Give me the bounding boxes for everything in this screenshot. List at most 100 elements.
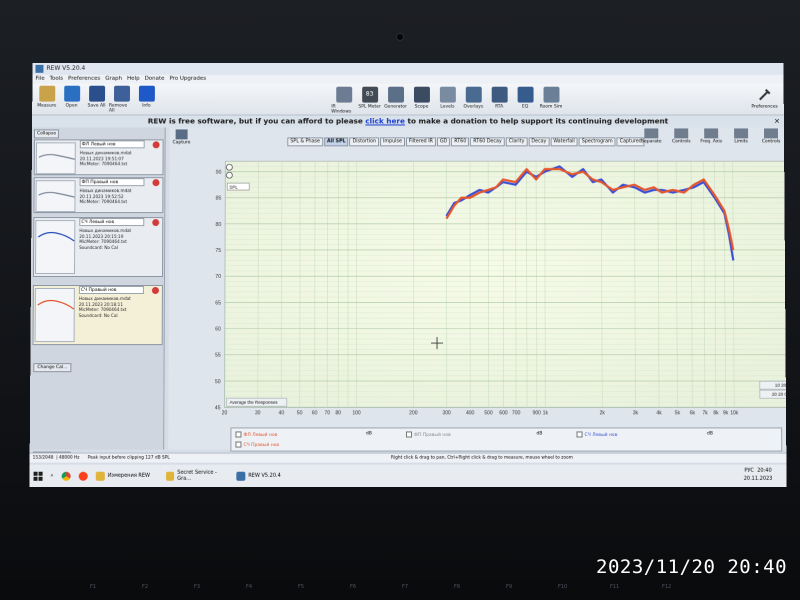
tab-distortion[interactable]: Distortion xyxy=(350,137,379,146)
measurement-name-field[interactable]: ФЛ Левый нов xyxy=(80,140,145,148)
capture-button[interactable]: Capture xyxy=(173,129,191,145)
controls-tool-button[interactable]: Controls xyxy=(670,128,692,144)
legend-checkbox[interactable] xyxy=(577,431,583,437)
donate-link[interactable]: click here xyxy=(365,117,405,126)
zoom-in-icon[interactable] xyxy=(226,164,232,170)
menu-help[interactable]: Help xyxy=(127,75,140,84)
remove-all-button[interactable]: Remove All xyxy=(109,85,134,113)
x-tick-label: 10k xyxy=(730,410,739,415)
tab-clarity[interactable]: Clarity xyxy=(506,137,528,146)
info-button[interactable]: Info xyxy=(134,85,159,113)
tab-impulse[interactable]: Impulse xyxy=(380,137,405,146)
scope-icon xyxy=(413,87,429,103)
start-button[interactable] xyxy=(29,468,46,484)
menu-tools[interactable]: Tools xyxy=(50,75,64,84)
measurement-name-field[interactable]: СЧ Левый нов xyxy=(79,218,144,226)
zoom-out-icon[interactable] xyxy=(226,172,232,178)
tab-rt60[interactable]: RT60 xyxy=(451,137,469,146)
overlays-button[interactable]: Overlays xyxy=(461,87,486,115)
menu-graph[interactable]: Graph xyxy=(105,75,122,84)
measurement-card[interactable]: СЧ Левый нов Новых динамиков.mdat 20.11.20… xyxy=(33,217,163,277)
menu-file[interactable]: File xyxy=(35,75,44,84)
open-button[interactable]: Open xyxy=(59,85,84,113)
levels-icon xyxy=(439,87,455,103)
levels-button[interactable]: Levels xyxy=(435,87,460,115)
menu-pro-upgrades[interactable]: Pro Upgrades xyxy=(169,75,206,84)
spl-plot[interactable]: 45 50 55 60 65 70 75 80 85 90 20 30 40 50 60 70 80 100 200… xyxy=(168,155,786,415)
taskbar-app-1[interactable]: Secret Service - Gra... xyxy=(162,468,232,484)
tab-spectrogram[interactable]: Spectrogram xyxy=(579,137,616,146)
legend-checkbox[interactable] xyxy=(406,431,412,437)
measurement-thumbnail xyxy=(35,180,75,212)
eq-button[interactable]: EQ xyxy=(513,87,538,115)
save-all-button[interactable]: Save All xyxy=(84,85,109,113)
delete-measurement-icon[interactable] xyxy=(152,219,159,226)
open-icon xyxy=(64,85,80,101)
system-clock[interactable]: РУС 20:40 20.11.2023 xyxy=(744,467,773,483)
delete-measurement-icon[interactable] xyxy=(153,141,160,148)
graph-tools: Separate Controls Freq. Axis Limits Controls xyxy=(640,128,782,144)
chrome-button[interactable] xyxy=(57,468,74,484)
legend-checkbox[interactable] xyxy=(235,431,241,437)
y-tick-label: 60 xyxy=(215,327,221,333)
taskbar-app-0[interactable]: Измерения REW xyxy=(92,468,162,484)
legend-checkbox[interactable] xyxy=(235,442,241,448)
search-button[interactable]: ⌕ xyxy=(47,468,58,484)
close-banner-icon[interactable]: ✕ xyxy=(774,116,780,128)
tab-filtered-ir[interactable]: Filtered IR xyxy=(406,137,436,146)
taskbar-app-2[interactable]: REW V5.20.4 xyxy=(232,468,302,484)
legend-item[interactable]: СЧ Левый нов dB xyxy=(577,431,743,439)
y-tick-label: 65 xyxy=(215,300,221,306)
generator-button[interactable]: Generator xyxy=(383,87,408,115)
y-tick-label: 90 xyxy=(216,170,222,176)
delete-measurement-icon[interactable] xyxy=(152,179,159,186)
controls-tool-button[interactable]: Controls xyxy=(760,128,782,144)
menu-preferences[interactable]: Preferences xyxy=(68,75,100,84)
separate-tool-button[interactable]: Separate xyxy=(640,128,662,144)
preferences-button[interactable]: Preferences xyxy=(751,87,778,110)
folder-icon xyxy=(166,471,174,480)
scope-button[interactable]: Scope xyxy=(409,87,434,115)
tab-gd[interactable]: GD xyxy=(437,137,450,146)
freq-axis-tool-button[interactable]: Freq. Axis xyxy=(700,128,722,144)
x-tick-label: 20 xyxy=(222,410,228,415)
function-key: F2 xyxy=(142,584,148,590)
legend-item[interactable]: СЧ Правый нов xyxy=(235,442,279,449)
measurement-name-field[interactable]: СЧ Правый нов xyxy=(79,286,144,294)
limits-tool-button[interactable]: Limits xyxy=(730,128,752,144)
measurement-card[interactable]: СЧ Правый нов Новых динамиков.mdat 20.11.2… xyxy=(32,285,162,345)
measurement-name-field[interactable]: ФП Правый нов xyxy=(80,178,145,186)
room-sim-button[interactable]: Room Sim xyxy=(539,87,564,115)
yandex-button[interactable] xyxy=(74,468,91,484)
change-cal-button[interactable]: Change Cal... xyxy=(33,363,71,372)
x-tick-label: 100 xyxy=(352,410,361,415)
measurement-info: Новых динамиков.mdat 20.11.2023 20:18:11 M… xyxy=(79,296,131,318)
window-title: REW V5.20.4 xyxy=(46,65,85,72)
function-key: F12 xyxy=(662,584,671,590)
tab-decay[interactable]: Decay xyxy=(528,137,549,146)
measure-button[interactable]: Measure xyxy=(34,85,59,113)
x-tick-label: 200 xyxy=(409,410,418,415)
ir-windows-button[interactable]: IR Windows xyxy=(331,87,356,115)
tab-waterfall[interactable]: Waterfall xyxy=(550,137,577,146)
spl-meter-button[interactable]: 83 SPL Meter xyxy=(357,87,382,115)
ir-windows-icon xyxy=(336,87,352,103)
function-key: F7 xyxy=(402,584,408,590)
range-button-label: 20 20 000 xyxy=(772,392,786,397)
tab-spl-phase[interactable]: SPL & Phase xyxy=(287,137,323,146)
measurement-card[interactable]: ФП Правый нов Новых динамиков.mdat 20.11.2… xyxy=(33,177,163,213)
photo-timestamp: 2023/11/20 20:40 xyxy=(596,556,787,578)
main-toolbar: Measure Open Save All Remove All Info IR Win… xyxy=(32,84,784,116)
measurement-info: Новых динамиков.mdat 20.11.2023 20:15:19 M… xyxy=(79,228,131,250)
collapse-button[interactable]: Collapse xyxy=(34,129,59,138)
legend-item[interactable]: ФП Правый нов dB xyxy=(406,431,572,439)
menu-donate[interactable]: Donate xyxy=(145,75,165,84)
legend-item[interactable]: ФЛ Левый нов dB xyxy=(235,431,401,439)
y-tick-label: 85 xyxy=(216,196,222,202)
delete-measurement-icon[interactable] xyxy=(152,287,159,294)
x-tick-label: 500 xyxy=(484,410,493,415)
tab-all-spl[interactable]: All SPL xyxy=(324,137,349,146)
measurement-card[interactable]: ФЛ Левый нов Новых динамиков.mdat 20.11.20… xyxy=(34,139,164,175)
tab-rt60-decay[interactable]: RT60 Decay xyxy=(470,137,505,146)
rta-button[interactable]: RTA xyxy=(487,87,512,115)
